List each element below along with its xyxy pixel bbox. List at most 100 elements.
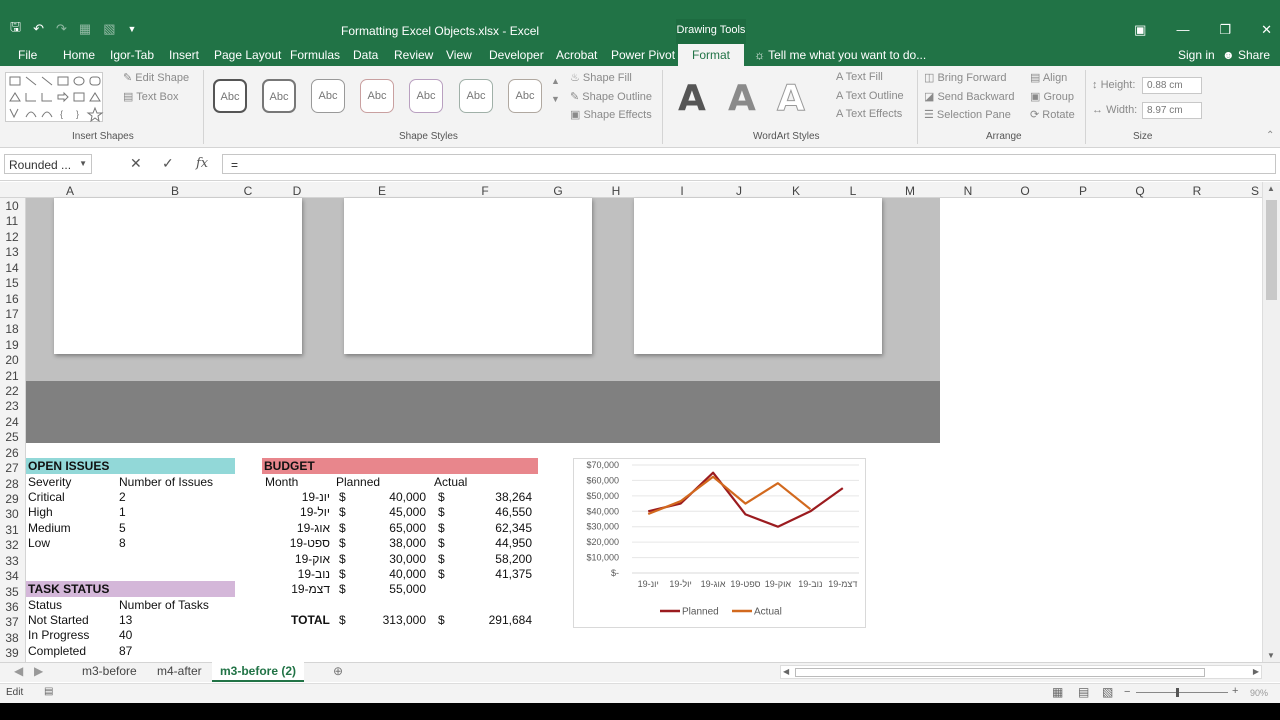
bring-forward-button[interactable]: ◫ Bring Forward <box>924 71 1007 84</box>
column-header-h[interactable]: H <box>606 184 626 198</box>
open-issues-count[interactable]: 1 <box>119 505 126 519</box>
shape-style-1[interactable]: Abc <box>213 79 247 113</box>
send-backward-button[interactable]: ◪ Send Backward <box>924 90 1015 103</box>
tab-formulas[interactable]: Formulas <box>290 48 340 62</box>
budget-col-month[interactable]: Month <box>265 475 298 489</box>
column-header-c[interactable]: C <box>238 184 258 198</box>
tab-review[interactable]: Review <box>394 48 433 62</box>
row-header[interactable]: 28 <box>0 477 24 491</box>
open-issues-severity[interactable]: High <box>28 505 53 519</box>
undo-icon[interactable]: ↶ <box>33 21 44 37</box>
open-issues-col-count[interactable]: Number of Issues <box>119 475 213 489</box>
column-header-j[interactable]: J <box>729 184 749 198</box>
row-header[interactable]: 10 <box>0 199 24 213</box>
column-header-o[interactable]: O <box>1015 184 1035 198</box>
row-header[interactable]: 37 <box>0 615 24 629</box>
column-header-n[interactable]: N <box>958 184 978 198</box>
rotate-button[interactable]: ⟳ Rotate <box>1030 108 1075 121</box>
form-icon[interactable]: ▦ <box>79 21 91 37</box>
budget-actual[interactable]: 44,950 <box>462 536 532 550</box>
budget-actual[interactable]: 38,264 <box>462 490 532 504</box>
task-status-count[interactable]: 40 <box>119 628 132 642</box>
text-effects-button[interactable]: A Text Effects <box>836 108 902 120</box>
row-header[interactable]: 23 <box>0 399 24 413</box>
tell-me-search[interactable]: ☼ Tell me what you want to do... <box>754 48 926 62</box>
row-header[interactable]: 21 <box>0 369 24 383</box>
row-header[interactable]: 13 <box>0 245 24 259</box>
row-header[interactable]: 19 <box>0 338 24 352</box>
open-issues-severity[interactable]: Low <box>28 536 50 550</box>
insert-function-icon[interactable]: fx <box>196 156 208 171</box>
row-header[interactable]: 31 <box>0 523 24 537</box>
sheet-tab-m3-before[interactable]: m3-before <box>82 664 137 678</box>
table-icon[interactable]: ▧ <box>103 21 115 37</box>
white-card-shape-3[interactable] <box>634 198 882 354</box>
task-status-col-status[interactable]: Status <box>28 598 62 612</box>
budget-total-actual[interactable]: 291,684 <box>462 613 532 627</box>
text-fill-button[interactable]: A Text Fill <box>836 71 883 83</box>
row-header[interactable]: 22 <box>0 384 24 398</box>
horizontal-scrollbar[interactable]: ◀ ▶ <box>780 665 1262 679</box>
row-header[interactable]: 16 <box>0 292 24 306</box>
tab-format[interactable]: Format <box>678 44 744 66</box>
scroll-up-icon[interactable]: ▲ <box>1267 184 1275 193</box>
open-issues-count[interactable]: 2 <box>119 490 126 504</box>
maximize-icon[interactable]: ❐ <box>1219 22 1231 38</box>
budget-month[interactable]: אוק-19 <box>266 552 330 566</box>
share-button[interactable]: ☻ Share <box>1222 48 1270 62</box>
column-header-q[interactable]: Q <box>1130 184 1150 198</box>
tab-power-pivot[interactable]: Power Pivot <box>611 48 675 62</box>
row-header[interactable]: 25 <box>0 430 24 444</box>
ribbon-display-icon[interactable]: ▣ <box>1134 22 1146 38</box>
name-box[interactable]: Rounded ... ▼ <box>4 154 92 174</box>
row-header[interactable]: 32 <box>0 538 24 552</box>
shape-style-4[interactable]: Abc <box>360 79 394 113</box>
budget-col-actual[interactable]: Actual <box>434 475 467 489</box>
budget-actual[interactable]: 46,550 <box>462 505 532 519</box>
zoom-in-icon[interactable]: + <box>1232 685 1238 697</box>
shape-style-2[interactable]: Abc <box>262 79 296 113</box>
sign-in-link[interactable]: Sign in <box>1178 48 1215 62</box>
gallery-scroll-up-icon[interactable]: ▲ <box>551 76 560 86</box>
next-sheet-icon[interactable]: ▶ <box>34 664 43 678</box>
page-layout-view-icon[interactable]: ▤ <box>1078 685 1089 699</box>
row-header[interactable]: 30 <box>0 507 24 521</box>
sheet-tab-m4-after[interactable]: m4-after <box>157 664 202 678</box>
collapse-ribbon-icon[interactable]: ⌃ <box>1266 130 1274 141</box>
budget-col-planned[interactable]: Planned <box>336 475 380 489</box>
budget-actual[interactable]: 41,375 <box>462 567 532 581</box>
budget-month[interactable]: ספט-19 <box>266 536 330 550</box>
task-status-header[interactable]: TASK STATUS <box>26 581 235 597</box>
height-input[interactable]: 0.88 cm <box>1142 77 1202 94</box>
scroll-thumb[interactable] <box>1266 200 1277 300</box>
tab-view[interactable]: View <box>446 48 472 62</box>
cancel-icon[interactable]: ✕ <box>130 155 142 172</box>
column-header-r[interactable]: R <box>1187 184 1207 198</box>
budget-month[interactable]: נוב-19 <box>266 567 330 581</box>
task-status-name[interactable]: Completed <box>28 644 86 658</box>
gallery-scroll-down-icon[interactable]: ▼ <box>551 94 560 104</box>
open-issues-count[interactable]: 8 <box>119 536 126 550</box>
selection-pane-button[interactable]: ☰ Selection Pane <box>924 108 1011 121</box>
add-sheet-icon[interactable]: ⊕ <box>333 664 343 678</box>
minimize-icon[interactable]: — <box>1176 22 1189 38</box>
budget-planned[interactable]: 45,000 <box>360 505 426 519</box>
hscroll-left-icon[interactable]: ◀ <box>783 667 789 676</box>
hscroll-right-icon[interactable]: ▶ <box>1253 667 1259 676</box>
shape-outline-button[interactable]: ✎ Shape Outline <box>570 90 652 103</box>
tab-developer[interactable]: Developer <box>489 48 544 62</box>
sheet-tab-m3-before-2[interactable]: m3-before (2) <box>212 662 305 682</box>
budget-line-chart[interactable]: $- $10,000 $20,000 $30,000 $40,000 $50,000 $60… <box>573 458 866 628</box>
task-status-count[interactable]: 87 <box>119 644 132 658</box>
row-header[interactable]: 39 <box>0 646 24 660</box>
row-header[interactable]: 27 <box>0 461 24 475</box>
budget-planned[interactable]: 40,000 <box>360 567 426 581</box>
column-header-a[interactable]: A <box>60 184 80 198</box>
column-header-d[interactable]: D <box>287 184 307 198</box>
column-header-l[interactable]: L <box>843 184 863 198</box>
row-header[interactable]: 24 <box>0 415 24 429</box>
zoom-slider-thumb[interactable] <box>1176 688 1179 697</box>
column-header-g[interactable]: G <box>548 184 568 198</box>
normal-view-icon[interactable]: ▦ <box>1052 685 1063 699</box>
tab-home[interactable]: Home <box>63 48 95 62</box>
